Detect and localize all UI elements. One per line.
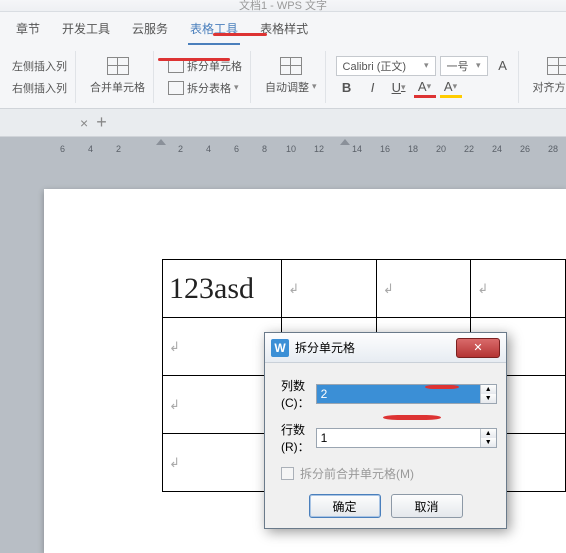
ribbon: 左侧插入列 右侧插入列 合并单元格 拆分单元格 拆分表格▾ 自动调整▾ Cali… [0, 45, 566, 109]
cell-content[interactable]: 123asd [169, 272, 254, 305]
insert-col-right-button[interactable]: 右侧插入列 [8, 78, 71, 98]
ok-button[interactable]: 确定 [309, 494, 381, 518]
tab-section[interactable]: 章节 [14, 16, 42, 45]
spin-up[interactable]: ▲ [481, 429, 496, 438]
bold-button[interactable]: B [336, 78, 358, 98]
tab-cloud[interactable]: 云服务 [130, 16, 170, 45]
dialog-titlebar[interactable]: W 拆分单元格 ✕ [265, 333, 506, 363]
auto-adjust-icon [280, 57, 302, 75]
tab-devtools[interactable]: 开发工具 [60, 16, 112, 45]
wps-icon: W [271, 339, 289, 357]
align-icon [547, 57, 566, 75]
indent-marker-2[interactable] [340, 139, 350, 145]
cancel-button[interactable]: 取消 [391, 494, 463, 518]
split-table-button[interactable]: 拆分表格▾ [164, 78, 243, 98]
add-tab-button[interactable]: + [96, 112, 107, 133]
auto-adjust-button[interactable]: 自动调整▾ [261, 77, 321, 97]
underline-button[interactable]: U▾ [388, 78, 410, 98]
split-cell-dialog: W 拆分单元格 ✕ 列数(C)： ▲▼ 行数(R)： ▲▼ 拆分前合并单元格(M… [264, 332, 507, 529]
close-tab-button[interactable]: × [80, 115, 88, 131]
spin-up[interactable]: ▲ [481, 385, 496, 394]
indent-marker[interactable] [156, 139, 166, 145]
merge-before-checkbox [281, 467, 294, 480]
dialog-close-button[interactable]: ✕ [456, 338, 500, 358]
insert-col-left-button[interactable]: 左侧插入列 [8, 56, 71, 76]
italic-button[interactable]: I [362, 78, 384, 98]
title-bar: 文档1 - WPS 文字 [0, 0, 566, 12]
columns-spinner[interactable]: ▲▼ [316, 384, 497, 404]
font-grow-button[interactable]: A [492, 56, 514, 76]
ribbon-tabs: 章节 开发工具 云服务 表格工具 表格样式 [0, 12, 566, 45]
document-tab-bar: × + [0, 109, 566, 137]
font-size-select[interactable]: 一号▾ [440, 56, 488, 76]
dialog-title-text: 拆分单元格 [295, 339, 355, 356]
spin-down[interactable]: ▼ [481, 394, 496, 403]
rows-spinner[interactable]: ▲▼ [316, 428, 497, 448]
annotation-red-4 [383, 415, 441, 420]
split-table-icon [168, 81, 184, 95]
align-button[interactable]: 对齐方式▾ [529, 77, 566, 97]
merge-before-label: 拆分前合并单元格(M) [300, 465, 414, 482]
merge-cells-button[interactable]: 合并单元格 [86, 77, 149, 97]
highlight-button[interactable]: A▾ [440, 78, 462, 98]
tab-table-tools[interactable]: 表格工具 [188, 16, 240, 45]
columns-label: 列数(C)： [281, 377, 310, 411]
annotation-red-underline-2 [158, 58, 230, 61]
font-name-select[interactable]: Calibri (正文)▾ [336, 56, 436, 76]
font-color-button[interactable]: A▾ [414, 78, 436, 98]
ruler-area: 6 4 2 2 4 6 8 10 12 14 16 18 20 22 24 26… [0, 137, 566, 157]
merge-icon [107, 57, 129, 75]
annotation-red-underline-1 [213, 33, 267, 36]
rows-input[interactable] [317, 429, 480, 447]
rows-label: 行数(R)： [281, 421, 310, 455]
horizontal-ruler[interactable]: 6 4 2 2 4 6 8 10 12 14 16 18 20 22 24 26… [0, 137, 566, 157]
spin-down[interactable]: ▼ [481, 438, 496, 447]
table-row: 123asd ↲ ↲ ↲ [163, 260, 566, 318]
annotation-red-3 [425, 385, 459, 389]
tab-table-style[interactable]: 表格样式 [258, 16, 310, 45]
